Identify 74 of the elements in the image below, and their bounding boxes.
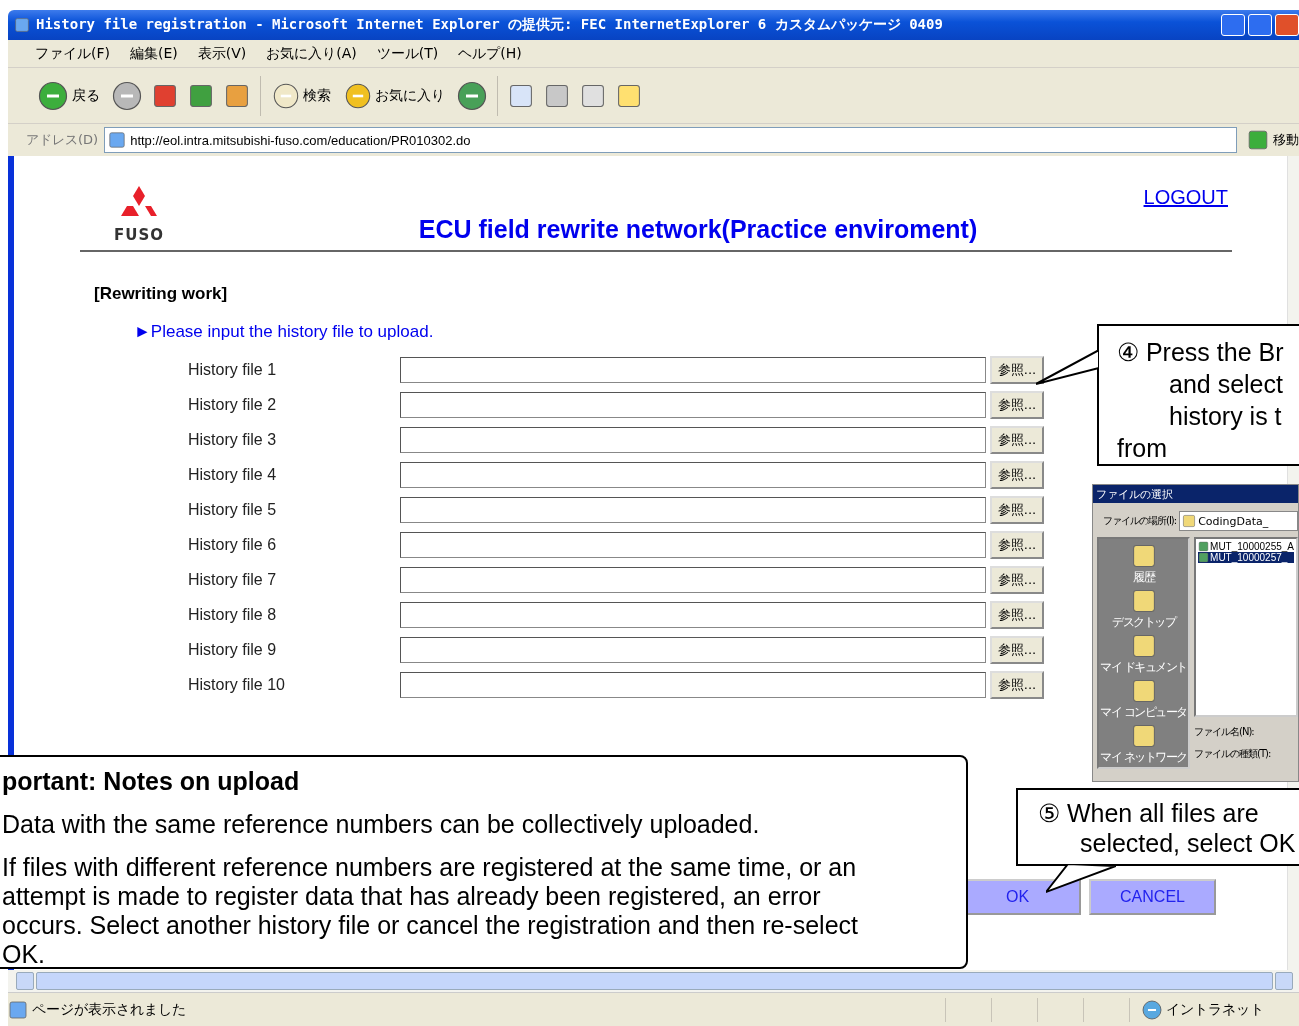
file-path-field[interactable] (400, 637, 986, 663)
minimize-button[interactable] (1221, 14, 1245, 36)
browse-button[interactable]: 参照... (990, 636, 1044, 664)
file-path-field[interactable] (400, 602, 986, 628)
logout-link[interactable]: LOGOUT (1143, 186, 1228, 209)
instruction-text: ►Please input the history file to upload. (134, 322, 435, 342)
menu-item[interactable]: 表示(V) (190, 42, 254, 65)
file-label: History file 1 (188, 361, 278, 379)
file-path-field[interactable] (400, 532, 986, 558)
callout-box: ④ Press the Br and select history is t from (1097, 324, 1299, 466)
file-label: History file 5 (188, 501, 278, 519)
file-path-field[interactable] (400, 427, 986, 453)
go-button[interactable]: 移動 (1243, 129, 1299, 151)
zone-text: イントラネット (1166, 1000, 1264, 1019)
dialog-title: ファイルの選択 (1093, 485, 1298, 503)
place-item[interactable]: 履歴 (1130, 543, 1157, 586)
place-item[interactable]: マイ コンピュータ (1100, 678, 1187, 721)
close-button[interactable] (1275, 14, 1299, 36)
file-label: History file 9 (188, 641, 278, 659)
file-label: History file 6 (188, 536, 278, 554)
place-item[interactable]: マイ ネットワーク (1100, 723, 1187, 766)
note-paragraph: If files with different reference numbers are registered at the same time, or an attempt is made to register data that has already been registered, an error occurs. Select another history file or cancel the registration and then re-select OK. (2, 853, 859, 969)
browse-button[interactable]: 参照... (990, 566, 1044, 594)
location-dropdown[interactable]: CodingData_ (1179, 511, 1298, 531)
file-item[interactable]: MUT_10000255_A (1198, 541, 1294, 552)
file-path-field[interactable] (400, 567, 986, 593)
file-label: History file 4 (188, 466, 278, 484)
place-item[interactable]: マイ ドキュメント (1100, 633, 1187, 676)
file-label: History file 7 (188, 571, 278, 589)
address-field[interactable]: http://eol.intra.mitsubishi-fuso.com/education/PR010302.do (104, 127, 1237, 153)
menu-item[interactable]: ツール(T) (369, 42, 446, 65)
page-title: ECU field rewrite network(Practice enviroment) (417, 215, 979, 244)
maximize-button[interactable] (1248, 14, 1272, 36)
browse-button[interactable]: 参照... (990, 391, 1044, 419)
place-item[interactable]: デスクトップ (1112, 588, 1175, 631)
menu-item[interactable]: ヘルプ(H) (451, 42, 529, 65)
file-path-field[interactable] (400, 392, 986, 418)
favorites-button[interactable]: お気に入り (343, 80, 447, 111)
file-label: History file 8 (188, 606, 278, 624)
window-title: History file registration - Microsoft Internet Explorer の提供元: FEC InternetExplorer 6 カスタムパッケージ 0409 (36, 16, 944, 34)
status-text: ページが表示されました (31, 1000, 187, 1019)
filename-label: ファイル名(N): (1194, 725, 1255, 739)
address-label: アドレス(D) (26, 131, 99, 149)
browse-button[interactable]: 参照... (990, 461, 1044, 489)
brand-name: FUSO (114, 226, 164, 244)
file-path-field[interactable] (400, 357, 986, 383)
menu-item[interactable]: お気に入り(A) (259, 42, 364, 65)
location-label: ファイルの場所(I): (1103, 514, 1177, 528)
browse-button[interactable]: 参照... (990, 601, 1044, 629)
filetype-label: ファイルの種類(T): (1194, 747, 1272, 761)
section-heading: [Rewriting work] (94, 284, 229, 304)
file-label: History file 10 (188, 676, 286, 694)
browse-button[interactable]: 参照... (990, 671, 1044, 699)
horizontal-scrollbar[interactable] (8, 970, 1299, 992)
file-item[interactable]: MUT_10000257_ (1198, 552, 1294, 563)
search-button[interactable]: 検索 (271, 80, 333, 111)
note-text: Data with the same reference numbers can be collectively uploaded. (2, 810, 761, 839)
browse-button[interactable]: 参照... (990, 531, 1044, 559)
browse-button[interactable]: 参照... (990, 496, 1044, 524)
file-path-field[interactable] (400, 672, 986, 698)
browse-button[interactable]: 参照... (990, 426, 1044, 454)
notes-title: portant: Notes on upload (2, 767, 301, 796)
callout-pointer (1046, 864, 1116, 894)
url-text: http://eol.intra.mitsubishi-fuso.com/education/PR010302.do (130, 132, 472, 148)
callout-pointer (1036, 350, 1099, 386)
menu-item[interactable]: ファイル(F) (28, 42, 117, 65)
menu-item[interactable]: 編集(E) (123, 42, 185, 65)
browse-button[interactable]: 参照... (990, 356, 1044, 384)
back-button[interactable]: 戻る (36, 78, 102, 113)
cancel-button[interactable]: CANCEL (1089, 879, 1216, 915)
file-label: History file 2 (188, 396, 278, 414)
file-path-field[interactable] (400, 497, 986, 523)
file-label: History file 3 (188, 431, 278, 449)
file-path-field[interactable] (400, 462, 986, 488)
